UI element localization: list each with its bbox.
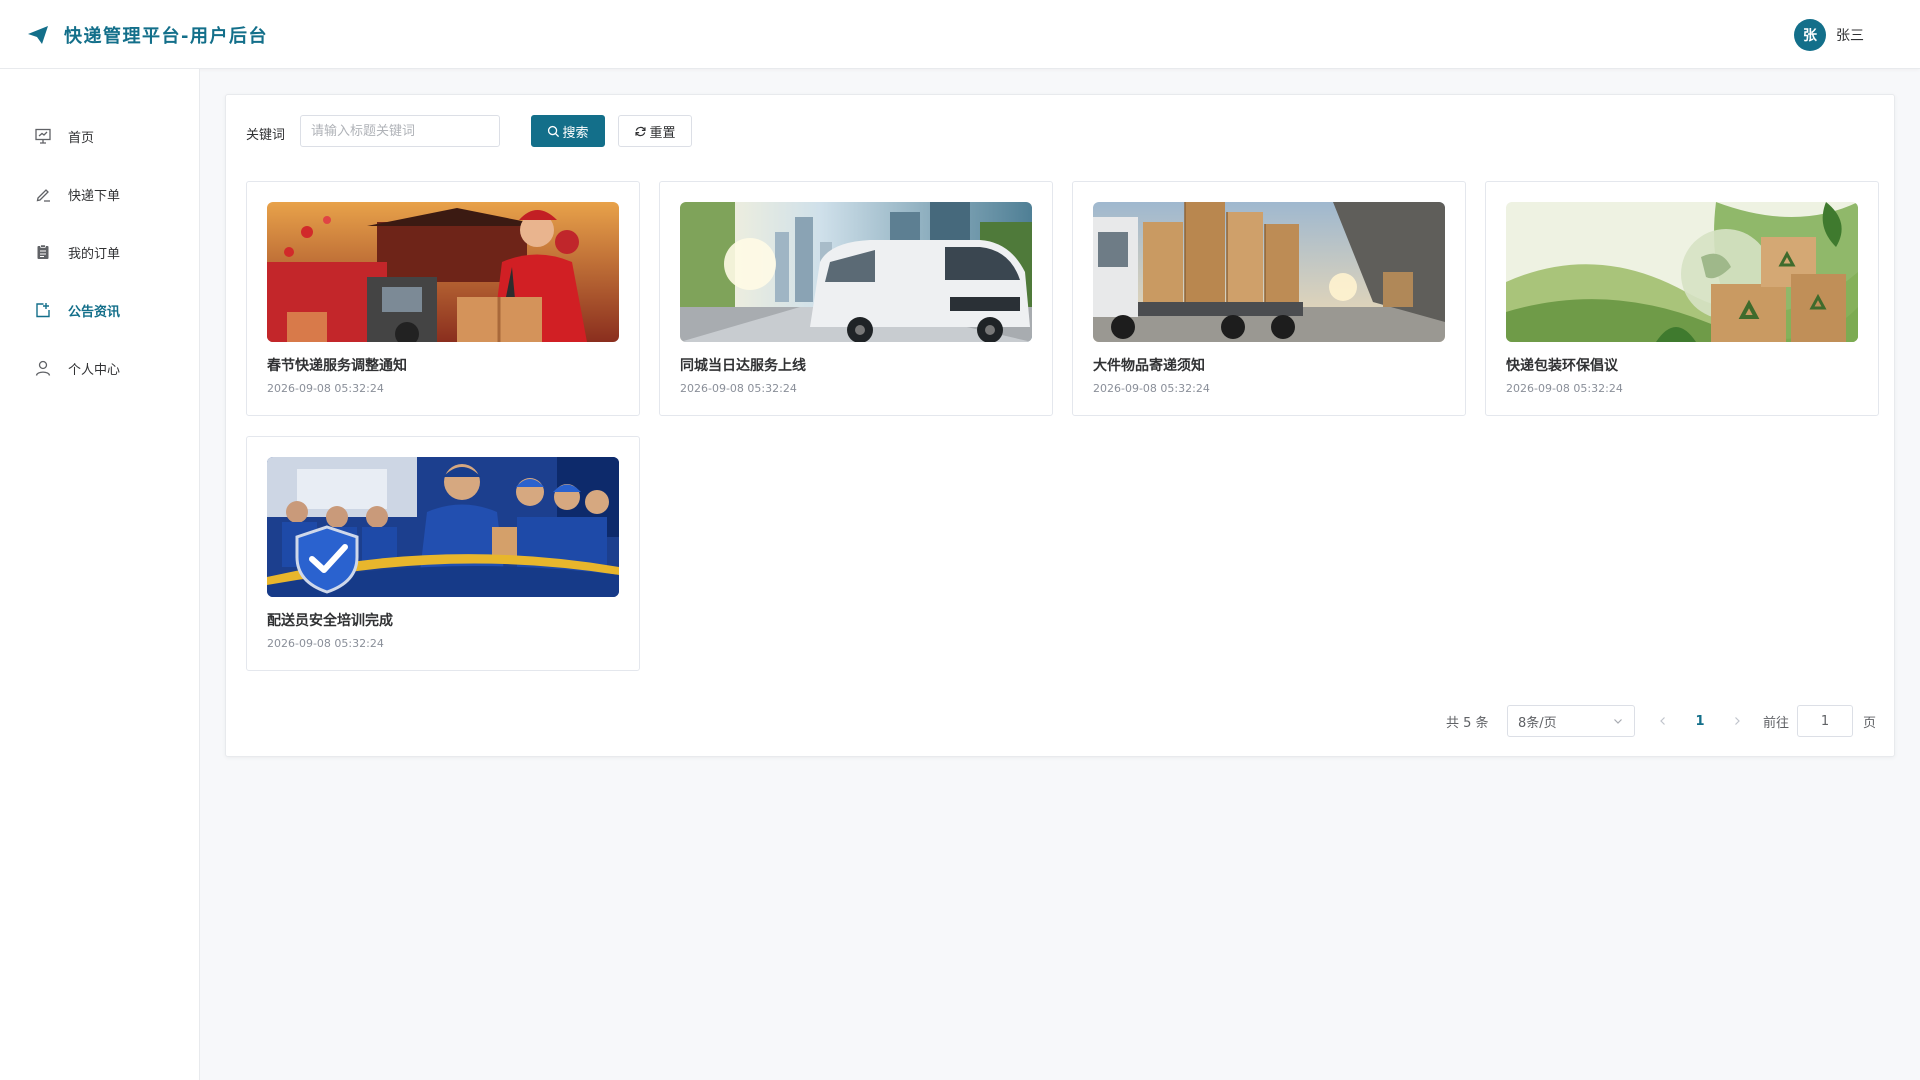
announcement-image [680, 202, 1032, 342]
keyword-label: 关键词 [246, 128, 286, 143]
announcement-image [1506, 202, 1858, 342]
chevron-left-icon [1660, 717, 1665, 725]
user-name[interactable]: 张三 [1836, 25, 1864, 45]
page-size-select[interactable]: 8条/页 [1507, 705, 1635, 737]
prev-page-button[interactable] [1652, 705, 1674, 737]
app-title: 快递管理平台-用户后台 [64, 26, 268, 47]
chevron-down-icon [1614, 719, 1622, 724]
announcement-date: 2026-09-08 05:32:24 [267, 637, 384, 650]
announcement-card[interactable]: 大件物品寄递须知 2026-09-08 05:32:24 [1072, 181, 1466, 416]
presentation-board-icon [35, 128, 51, 144]
search-button[interactable]: 搜索 [531, 115, 605, 147]
sidebar-item-my-orders[interactable]: 我的订单 [0, 232, 199, 272]
reset-button-label: 重置 [649, 125, 676, 141]
user-menu[interactable]: 张 张三 [1794, 19, 1864, 51]
announcement-image [1093, 202, 1445, 342]
sidebar-item-home[interactable]: 首页 [0, 116, 199, 156]
sidebar-item-label: 个人中心 [68, 362, 121, 378]
notice-icon [36, 303, 50, 318]
sidebar-item-label: 公告资讯 [68, 304, 121, 320]
announcement-title: 春节快递服务调整通知 [267, 358, 407, 374]
brand: 快递管理平台-用户后台 [26, 20, 268, 50]
reset-button[interactable]: 重置 [618, 115, 692, 147]
top-header: 快递管理平台-用户后台 张 张三 [0, 0, 1920, 69]
announcement-card[interactable]: 快递包装环保倡议 2026-09-08 05:32:24 [1485, 181, 1879, 416]
page-unit-label: 页 [1863, 715, 1877, 731]
sidebar-item-label: 首页 [68, 130, 95, 146]
sidebar-item-label: 我的订单 [68, 246, 121, 262]
goto-label: 前往 [1763, 715, 1790, 731]
page-size-value: 8条/页 [1518, 715, 1557, 731]
announcement-card[interactable]: 同城当日达服务上线 2026-09-08 05:32:24 [659, 181, 1053, 416]
announcement-date: 2026-09-08 05:32:24 [1093, 382, 1210, 395]
refresh-icon [635, 126, 647, 136]
announcement-title: 大件物品寄递须知 [1093, 358, 1205, 374]
clipboard-icon [37, 244, 49, 259]
announcement-image [267, 457, 619, 597]
avatar[interactable]: 张 [1794, 19, 1826, 51]
sidebar-item-label: 快递下单 [68, 188, 121, 204]
paper-plane-icon [28, 26, 48, 44]
announcement-card[interactable]: 配送员安全培训完成 2026-09-08 05:32:24 [246, 436, 640, 671]
announcement-title: 快递包装环保倡议 [1506, 358, 1618, 374]
user-icon [35, 360, 51, 376]
announcement-date: 2026-09-08 05:32:24 [680, 382, 797, 395]
announcement-panel: 关键词 搜索 重置 [225, 94, 1895, 757]
sidebar-item-announcements[interactable]: 公告资讯 [0, 290, 199, 330]
announcement-image [267, 202, 619, 342]
chevron-right-icon [1735, 717, 1740, 725]
sidebar: 首页 快递下单 我的订单 公告资讯 个人中心 [0, 69, 200, 1080]
next-page-button[interactable] [1726, 705, 1748, 737]
sidebar-item-profile[interactable]: 个人中心 [0, 348, 199, 388]
announcement-title: 配送员安全培训完成 [267, 613, 393, 629]
announcement-title: 同城当日达服务上线 [680, 358, 806, 374]
search-icon [548, 125, 560, 137]
goto-page-input[interactable] [1797, 705, 1853, 737]
announcement-date: 2026-09-08 05:32:24 [1506, 382, 1623, 395]
keyword-input[interactable] [300, 115, 500, 147]
sidebar-item-order[interactable]: 快递下单 [0, 174, 199, 214]
pagination-total: 共 5 条 [1446, 715, 1489, 731]
page-number-current[interactable]: 1 [1688, 705, 1712, 737]
pen-icon [36, 189, 50, 202]
search-button-label: 搜索 [562, 125, 589, 141]
announcement-card[interactable]: 春节快递服务调整通知 2026-09-08 05:32:24 [246, 181, 640, 416]
announcement-date: 2026-09-08 05:32:24 [267, 382, 384, 395]
